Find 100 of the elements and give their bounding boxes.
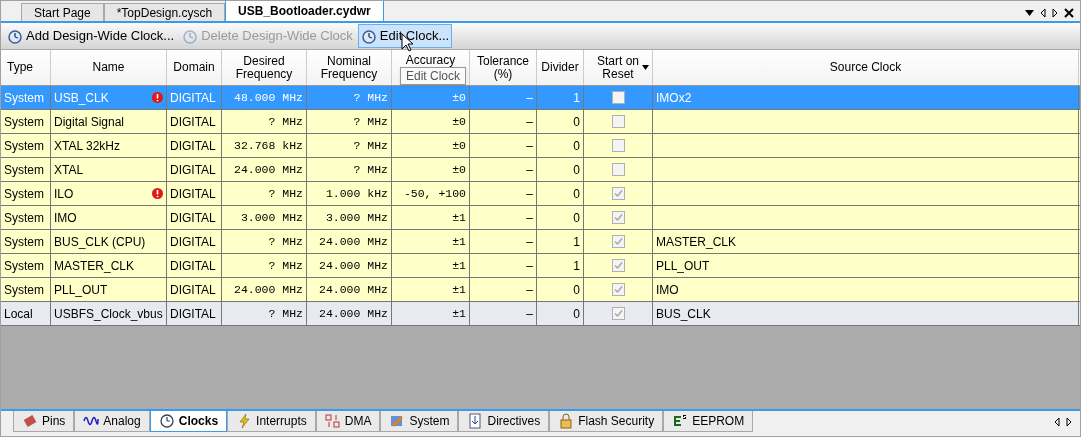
e-squared-icon bbox=[672, 413, 689, 429]
bottom-tab[interactable]: Directives bbox=[458, 411, 550, 432]
table-cell-text: 32.768 kHz bbox=[234, 137, 303, 154]
table-cell-text: ±1 bbox=[452, 209, 466, 226]
document-tab[interactable]: *TopDesign.cysch bbox=[103, 3, 226, 21]
binary-icon bbox=[324, 413, 341, 429]
column-header[interactable]: Tolerance (%) bbox=[472, 54, 534, 81]
checkbox[interactable] bbox=[611, 115, 625, 128]
table-cell-text: – bbox=[526, 209, 533, 227]
table-cell-text: ? MHz bbox=[353, 161, 388, 178]
column-header[interactable]: Divider bbox=[541, 61, 579, 74]
table-cell-text: PLL_OUT bbox=[656, 257, 710, 275]
table-cell-text: 24.000 MHz bbox=[319, 257, 388, 274]
table-cell-text: ? MHz bbox=[268, 233, 303, 250]
bottom-tab[interactable]: System bbox=[380, 411, 459, 432]
table-cell-text: ±1 bbox=[452, 305, 466, 322]
table-cell-text: DIGITAL bbox=[170, 161, 216, 179]
bottom-tab[interactable]: DMA bbox=[315, 411, 381, 432]
table-cell-text: – bbox=[526, 161, 533, 179]
table-cell-text: MASTER_CLK bbox=[656, 233, 737, 251]
column-header[interactable]: Name bbox=[92, 61, 125, 74]
clock-icon bbox=[182, 28, 199, 44]
table-cell-text: System bbox=[4, 185, 44, 203]
column-header[interactable]: Domain bbox=[173, 61, 215, 74]
table-cell-text: System bbox=[4, 161, 44, 179]
table-cell-text: 0 bbox=[573, 209, 580, 227]
table-cell-text: USBFS_Clock_vbus bbox=[54, 305, 163, 323]
table-cell-text: ? MHz bbox=[268, 257, 303, 274]
document-tab[interactable]: USB_Bootloader.cydwr bbox=[225, 1, 384, 21]
filter-dropdown-icon[interactable] bbox=[642, 65, 649, 70]
checkbox[interactable] bbox=[611, 187, 625, 200]
table-row[interactable]: System MASTER_CLK DIGITAL ? MHz 24.000 MHz ±1 – 1 PLL_OUT bbox=[1, 254, 1080, 278]
table-cell-text: ? MHz bbox=[353, 137, 388, 154]
table-row[interactable]: Local USBFS_Clock_vbus DIGITAL ? MHz 24.000 MHz ±1 – 0 BUS_CLK bbox=[1, 302, 1080, 326]
toolbar-button[interactable]: Add Design-Wide Clock... bbox=[4, 24, 178, 48]
dropdown-icon[interactable] bbox=[1025, 10, 1034, 16]
bottom-tab[interactable]: EEPROM bbox=[663, 411, 754, 432]
left-arrow-icon[interactable] bbox=[1040, 8, 1046, 18]
close-icon[interactable] bbox=[1064, 8, 1074, 18]
left-arrow-icon[interactable] bbox=[1054, 417, 1060, 427]
column-header[interactable]: Source Clock bbox=[829, 61, 902, 74]
table-cell-text: – bbox=[526, 113, 533, 131]
column-header[interactable]: Desired Frequency bbox=[224, 54, 304, 81]
table-cell-text: 1.000 kHz bbox=[325, 185, 388, 202]
table-cell-text: DIGITAL bbox=[170, 137, 216, 155]
table-cell-text: 0 bbox=[573, 305, 580, 323]
table-row[interactable]: System XTAL 32kHz DIGITAL 32.768 kHz ? MHz ±0 – 0 bbox=[1, 134, 1080, 158]
column-header[interactable]: Start on Reset bbox=[586, 54, 650, 81]
checkbox[interactable] bbox=[611, 259, 625, 272]
table-cell-text: ±1 bbox=[452, 281, 466, 298]
right-arrow-icon[interactable] bbox=[1066, 417, 1072, 427]
table-cell-text: 3.000 MHz bbox=[325, 209, 388, 226]
checkbox[interactable] bbox=[611, 163, 625, 176]
right-arrow-icon[interactable] bbox=[1052, 8, 1058, 18]
table-row[interactable]: System IMO DIGITAL 3.000 MHz 3.000 MHz ±1 – 0 bbox=[1, 206, 1080, 230]
table-cell-text: System bbox=[4, 89, 44, 107]
bottom-tab[interactable]: Clocks bbox=[149, 411, 228, 432]
table-cell-text: ±0 bbox=[452, 161, 466, 178]
checkbox[interactable] bbox=[611, 235, 625, 248]
checkbox[interactable] bbox=[611, 91, 625, 104]
table-cell-text: 3.000 MHz bbox=[240, 209, 303, 226]
bottom-tab[interactable]: Flash Security bbox=[549, 411, 664, 432]
table-cell-text: – bbox=[526, 281, 533, 299]
table-cell-text: System bbox=[4, 113, 44, 131]
lightning-icon bbox=[236, 413, 253, 429]
table-cell-text: XTAL 32kHz bbox=[54, 137, 121, 155]
table-cell-text: DIGITAL bbox=[170, 113, 216, 131]
table-cell-text: XTAL bbox=[54, 161, 84, 179]
bottom-tab[interactable]: Pins bbox=[13, 411, 75, 432]
document-tab[interactable]: Start Page bbox=[21, 3, 104, 21]
clock-icon bbox=[158, 413, 175, 429]
bottom-tab[interactable]: Interrupts bbox=[227, 411, 316, 432]
table-cell-text: ±1 bbox=[452, 257, 466, 274]
column-header[interactable]: Type bbox=[3, 61, 33, 74]
clock-icon bbox=[360, 28, 377, 44]
table-cell-text: System bbox=[4, 257, 44, 275]
table-cell-text: MASTER_CLK bbox=[54, 257, 135, 275]
table-cell-text: IMOx2 bbox=[656, 89, 692, 107]
table-cell-text: System bbox=[4, 281, 44, 299]
table-cell-text: – bbox=[526, 137, 533, 155]
checkbox[interactable] bbox=[611, 283, 625, 296]
table-cell-text: – bbox=[526, 305, 533, 323]
column-header[interactable]: Nominal Frequency bbox=[309, 54, 389, 81]
table-row[interactable]: System BUS_CLK (CPU) DIGITAL ? MHz 24.000 MHz ±1 – 1 MASTER_CLK bbox=[1, 230, 1080, 254]
table-cell-text: Digital Signal bbox=[54, 113, 125, 131]
table-cell-text: System bbox=[4, 209, 44, 227]
bottom-tab[interactable]: Analog bbox=[74, 411, 150, 432]
checkbox[interactable] bbox=[611, 211, 625, 224]
table-row[interactable]: System XTAL DIGITAL 24.000 MHz ? MHz ±0 – 0 bbox=[1, 158, 1080, 182]
toolbar-button[interactable]: Edit Clock... bbox=[357, 24, 453, 48]
column-header[interactable]: Accuracy bbox=[405, 54, 456, 67]
checkbox[interactable] bbox=[611, 307, 625, 320]
table-row[interactable]: System ILO DIGITAL ? MHz 1.000 kHz -50, +100 – 0 bbox=[1, 182, 1080, 206]
table-cell-text: DIGITAL bbox=[170, 257, 216, 275]
checkbox[interactable] bbox=[611, 139, 625, 152]
table-cell-text: 24.000 MHz bbox=[319, 233, 388, 250]
table-row[interactable]: System Digital Signal DIGITAL ? MHz ? MHz ±0 – 0 bbox=[1, 110, 1080, 134]
table-cell-text: 24.000 MHz bbox=[319, 305, 388, 322]
table-cell-text: 24.000 MHz bbox=[234, 161, 303, 178]
table-row[interactable]: System PLL_OUT DIGITAL 24.000 MHz 24.000 MHz ±1 – 0 IMO bbox=[1, 278, 1080, 302]
